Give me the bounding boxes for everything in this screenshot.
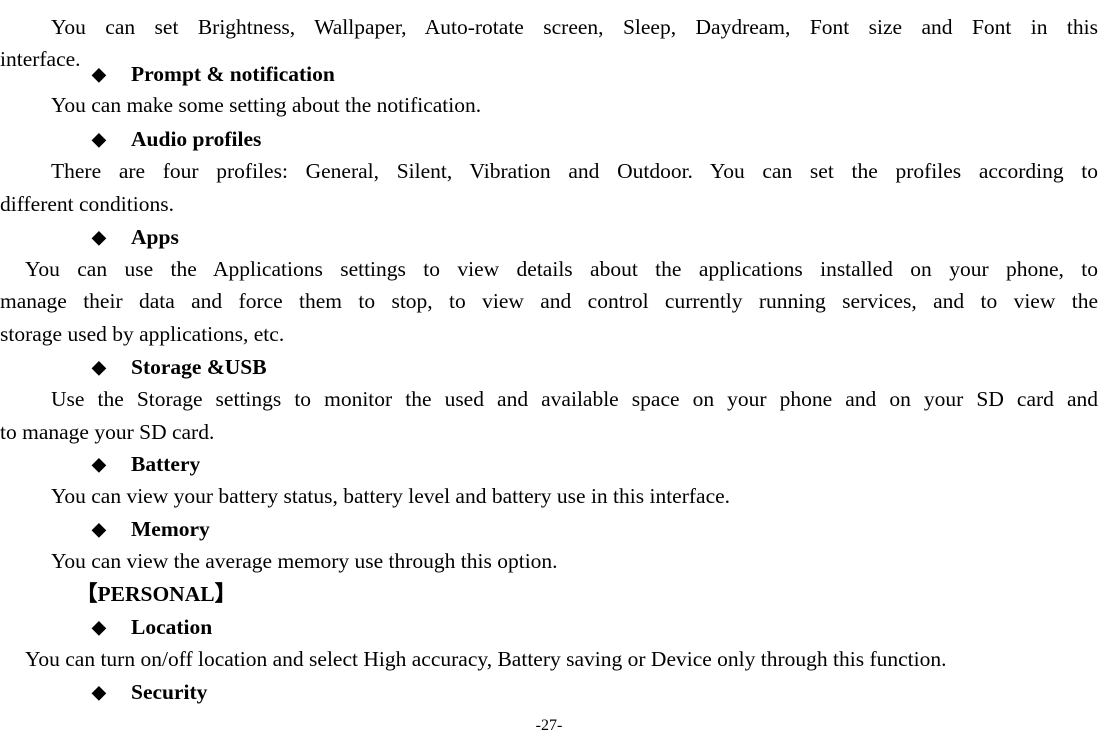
paragraph-line: You can turn on/off location and select … [25,647,947,671]
paragraph-line: You can use the Applications settings to… [25,257,1098,281]
diamond-bullet-icon: ◆ [92,617,106,637]
diamond-bullet-icon: ◆ [92,454,106,474]
section-title-personal: 【PERSONAL】 [76,582,237,606]
paragraph-line: You can view the average memory use thro… [51,549,558,573]
paragraph-line: You can view your battery status, batter… [51,484,731,508]
paragraph-line: Use the Storage settings to monitor the … [51,387,1098,411]
diamond-bullet-icon: ◆ [92,64,106,84]
paragraph-line: to manage your SD card. [0,420,215,444]
paragraph-line: There are four profiles: General, Silent… [51,159,1098,183]
diamond-bullet-icon: ◆ [92,227,106,247]
paragraph-line: You can set Brightness, Wallpaper, Auto-… [51,15,1098,39]
paragraph-line: You can make some setting about the noti… [51,93,482,117]
diamond-bullet-icon: ◆ [92,129,106,149]
page-number: -27- [535,717,563,734]
paragraph-line: storage used by applications, etc. [0,322,285,346]
diamond-bullet-icon: ◆ [92,357,106,377]
diamond-bullet-icon: ◆ [92,519,106,539]
diamond-bullet-icon: ◆ [92,682,106,702]
paragraph-line: different conditions. [0,192,174,216]
paragraph-line: manage their data and force them to stop… [0,289,1098,313]
